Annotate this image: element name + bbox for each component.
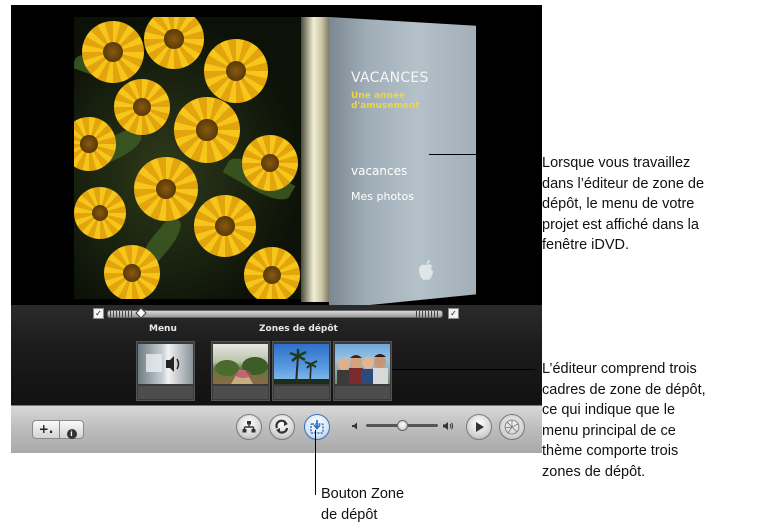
menu-subtitle: Une année d'amusement: [351, 91, 420, 111]
volume-high-icon: [443, 422, 454, 430]
info-icon: i: [66, 429, 77, 439]
burn-button[interactable]: [499, 414, 525, 440]
menu-label: Menu: [149, 324, 177, 334]
theme-menu-panel: VACANCES Une année d'amusement vacances …: [329, 17, 476, 309]
scrubber-grip-left: [110, 311, 134, 317]
drop-zone-3[interactable]: [333, 341, 392, 401]
start-checkbox-icon[interactable]: ✓: [93, 308, 104, 319]
theme-light-strip: [301, 17, 329, 302]
drop-zone-2[interactable]: [272, 341, 331, 401]
theme-photo-panel: [74, 17, 303, 299]
add-button[interactable]: +.: [33, 421, 60, 438]
add-info-button-group: +. i: [32, 420, 84, 439]
idvd-window: VACANCES Une année d'amusement vacances …: [11, 5, 542, 453]
info-button[interactable]: i: [60, 421, 83, 439]
drop-zone-icon: [310, 420, 324, 434]
apple-logo: [419, 260, 433, 280]
drop-zone-1[interactable]: [211, 341, 270, 401]
menu-thumbnail[interactable]: [136, 341, 195, 401]
motion-toggle-button[interactable]: [269, 414, 295, 440]
motion-scrubber[interactable]: [107, 307, 443, 319]
callout-line-frames: [392, 369, 535, 370]
callout-frames-text: L’éditeur comprend trois cadres de zone …: [542, 361, 706, 480]
play-icon: [476, 422, 484, 432]
drop-zone-tray-labels: Menu Zones de dépôt: [11, 324, 542, 338]
menu-preview: VACANCES Une année d'amusement vacances …: [11, 5, 542, 405]
sitemap-icon: [242, 421, 256, 433]
playhead-handle[interactable]: [135, 307, 147, 319]
motion-scrubber-row: ✓ ✓: [93, 307, 460, 320]
callout-line-button: [315, 430, 316, 495]
volume-low-icon: [352, 422, 357, 430]
bottom-toolbar: +. i: [11, 405, 542, 453]
map-view-button[interactable]: [236, 414, 262, 440]
volume-slider-knob[interactable]: [397, 420, 408, 431]
callout-menu-text: Lorsque vous travaillez dans l’éditeur d…: [542, 155, 705, 253]
drop-zones-label: Zones de dépôt: [259, 324, 338, 334]
loop-icon: [275, 419, 289, 434]
menu-title: VACANCES: [351, 70, 429, 86]
drop-zone-editor-button[interactable]: [304, 414, 330, 440]
menu-button-vacances[interactable]: vacances: [351, 164, 407, 178]
end-checkbox-icon[interactable]: ✓: [448, 308, 459, 319]
callout-button-text: Bouton Zone de dépôt: [321, 486, 405, 523]
menu-button-mes-photos[interactable]: Mes photos: [351, 190, 414, 203]
preview-play-button[interactable]: [466, 414, 492, 440]
callout-line-menu: [429, 154, 534, 155]
scrubber-grip-right: [416, 311, 440, 317]
burn-icon: [504, 419, 520, 435]
